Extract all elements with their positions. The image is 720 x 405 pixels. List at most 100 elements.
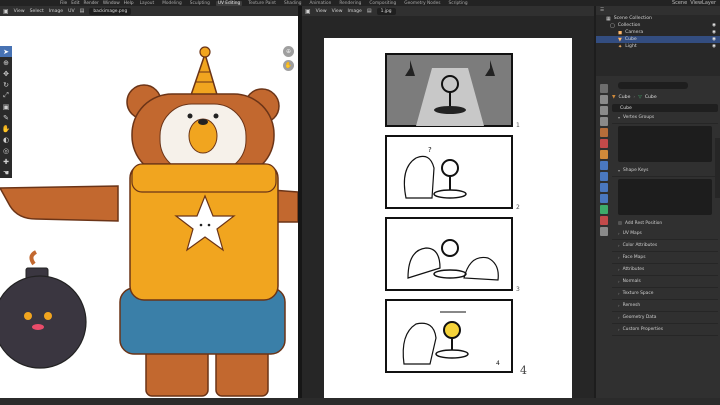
bomb-body xyxy=(0,275,87,369)
tab-scripting[interactable]: Scripting xyxy=(447,1,470,6)
grab-tool-icon[interactable]: ✋ xyxy=(0,123,12,134)
outliner-scene-collection[interactable]: ▦ Scene Collection xyxy=(596,15,720,22)
tab-texture-paint[interactable]: Texture Paint xyxy=(246,1,278,6)
chevron-right-icon: › xyxy=(618,255,620,260)
section-custom-properties[interactable]: › Custom Properties xyxy=(612,324,718,336)
tab-rendering[interactable]: Rendering xyxy=(337,1,363,6)
sample-tool-icon[interactable]: ✚ xyxy=(0,156,12,167)
rotate-tool-icon[interactable]: ↻ xyxy=(0,79,12,90)
tab-sculpting[interactable]: Sculpting xyxy=(188,1,212,6)
render-tab-icon[interactable] xyxy=(600,95,608,104)
image-name-field[interactable]: 1.jpg xyxy=(376,7,396,15)
tool-tab-icon[interactable] xyxy=(600,84,608,93)
menu-image[interactable]: Image xyxy=(49,9,63,14)
properties-scrollbar[interactable] xyxy=(715,138,720,198)
section-vertex-groups[interactable]: ▾ Vertex Groups xyxy=(612,112,718,124)
image-browse-icon[interactable]: ▤ xyxy=(80,8,85,14)
constraints-tab-icon[interactable] xyxy=(600,194,608,203)
outliner-item-cube[interactable]: ▼ Cube ◉ xyxy=(596,36,720,43)
shirt-collar xyxy=(131,163,277,193)
menu-window[interactable]: Window xyxy=(103,1,120,6)
section-shape-keys[interactable]: ▾ Shape Keys xyxy=(612,165,718,177)
storyboard-frame-2 xyxy=(385,135,513,209)
physics-tab-icon[interactable] xyxy=(600,183,608,192)
world-tab-icon[interactable] xyxy=(600,139,608,148)
tab-compositing[interactable]: Compositing xyxy=(367,1,398,6)
pan-icon[interactable]: ✋ xyxy=(283,60,294,71)
menu-select[interactable]: Select xyxy=(30,9,44,14)
eye-icon[interactable]: ◉ xyxy=(712,37,716,42)
tab-animation[interactable]: Animation xyxy=(307,1,333,6)
checkbox[interactable] xyxy=(618,221,622,225)
object-tab-icon[interactable] xyxy=(600,150,608,159)
tab-modeling[interactable]: Modeling xyxy=(160,1,184,6)
particles-tab-icon[interactable] xyxy=(600,172,608,181)
editor-type-icon[interactable]: ▣ xyxy=(305,8,311,15)
annotate-tool-icon[interactable]: ✎ xyxy=(0,112,12,123)
tab-uv-editing[interactable]: UV Editing xyxy=(215,0,243,6)
pinch-tool-icon[interactable]: ◎ xyxy=(0,145,12,156)
menu-image[interactable]: Image xyxy=(347,9,361,14)
properties-search[interactable] xyxy=(618,82,688,89)
data-tab-icon[interactable] xyxy=(600,205,608,214)
object-icon: ▼ xyxy=(612,94,616,100)
section-uv-maps[interactable]: › UV Maps xyxy=(612,228,718,240)
menu-uv[interactable]: UV xyxy=(68,9,75,14)
shape-keys-list[interactable] xyxy=(618,179,712,215)
menu-file[interactable]: File xyxy=(60,1,67,6)
add-rest-position-row[interactable]: Add Rest Position xyxy=(612,218,718,228)
outliner-item-light[interactable]: ✦ Light ◉ xyxy=(596,43,720,50)
section-normals[interactable]: › Normals xyxy=(612,276,718,288)
modifier-tab-icon[interactable] xyxy=(600,161,608,170)
mid-canvas[interactable]: ? 1 2 3 4 4 xyxy=(302,16,594,398)
move-tool-icon[interactable]: ✥ xyxy=(0,68,12,79)
material-tab-icon[interactable] xyxy=(600,216,608,225)
view-layer-tab-icon[interactable] xyxy=(600,117,608,126)
section-attributes[interactable]: › Attributes xyxy=(612,264,718,276)
relax-tool-icon[interactable]: ◐ xyxy=(0,134,12,145)
eye-icon[interactable]: ◉ xyxy=(712,44,716,49)
output-tab-icon[interactable] xyxy=(600,106,608,115)
camera-icon: ◼ xyxy=(618,29,623,36)
section-face-maps[interactable]: › Face Maps xyxy=(612,252,718,264)
properties-editor: ▼ Cube › ▽ Cube Cube ▾ Vertex Groups ▾ Sha… xyxy=(612,80,718,336)
menu-help[interactable]: Help xyxy=(124,1,134,6)
scene-tab-icon[interactable] xyxy=(600,128,608,137)
cursor-tool-icon[interactable]: ⊕ xyxy=(0,57,12,68)
tab-layout[interactable]: Layout xyxy=(138,1,157,6)
select-tool-icon[interactable]: ➤ xyxy=(0,46,12,57)
vertex-groups-list[interactable] xyxy=(618,126,712,162)
menu-view-2[interactable]: View xyxy=(332,9,343,14)
chevron-right-icon: › xyxy=(618,231,620,236)
menu-render[interactable]: Render xyxy=(84,1,99,6)
menu-view[interactable]: View xyxy=(14,9,25,14)
editor-type-icon[interactable]: ▣ xyxy=(3,8,9,15)
menu-edit[interactable]: Edit xyxy=(71,1,79,6)
mid-image-editor: ▣ View View Image ▤ 1.jpg ? 1 2 3 4 4 xyxy=(302,6,594,398)
storyboard-page: ? 1 2 3 4 4 xyxy=(324,38,572,398)
section-color-attributes[interactable]: › Color Attributes xyxy=(612,240,718,252)
zoom-icon[interactable]: ⊕ xyxy=(283,46,294,57)
scale-tool-icon[interactable]: ⤢ xyxy=(0,90,12,101)
section-texture-space[interactable]: › Texture Space xyxy=(612,288,718,300)
image-browse-icon[interactable]: ▤ xyxy=(367,8,372,14)
svg-text:?: ? xyxy=(428,146,432,154)
outliner-item-camera[interactable]: ◼ Camera ◉ xyxy=(596,29,720,36)
texture-tab-icon[interactable] xyxy=(600,227,608,236)
left-canvas[interactable]: ➤ ⊕ ✥ ↻ ⤢ ▣ ✎ ✋ ◐ ◎ ✚ ☚ ⊕ ✋ xyxy=(0,16,298,398)
party-hat xyxy=(188,51,220,99)
transform-tool-icon[interactable]: ▣ xyxy=(0,101,12,112)
outliner-item-collection[interactable]: ▢ Collection ◉ xyxy=(596,22,720,29)
tab-geometry-nodes[interactable]: Geometry Nodes xyxy=(402,1,442,6)
outliner-icon[interactable]: ☰ xyxy=(600,8,604,13)
status-bar xyxy=(0,398,720,405)
eye-icon[interactable]: ◉ xyxy=(712,30,716,35)
section-geometry-data[interactable]: › Geometry Data xyxy=(612,312,718,324)
menu-view[interactable]: View xyxy=(316,9,327,14)
mesh-name-field[interactable]: Cube xyxy=(612,104,718,112)
hand-tool-icon[interactable]: ☚ xyxy=(0,167,12,178)
eye-icon[interactable]: ◉ xyxy=(712,23,716,28)
section-remesh[interactable]: › Remesh xyxy=(612,300,718,312)
tab-shading[interactable]: Shading xyxy=(282,1,303,6)
image-name-field[interactable]: backimage.png xyxy=(89,7,132,15)
